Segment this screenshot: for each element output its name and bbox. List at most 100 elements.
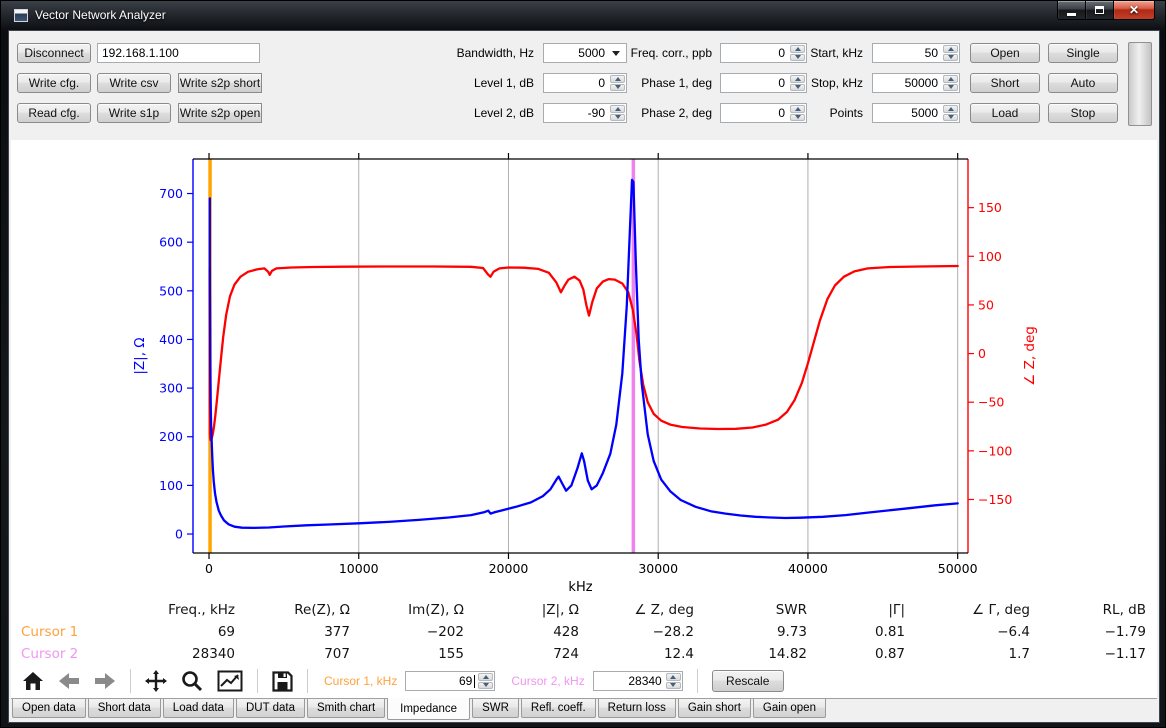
- col-header: RL, dB: [1030, 602, 1146, 618]
- y-tick-label-right: 100: [978, 249, 1002, 264]
- cursor-table: Freq., kHz Re(Z), Ω Im(Z), Ω |Z|, Ω ∠ Z,…: [11, 598, 1157, 664]
- tab-swr[interactable]: SWR: [472, 699, 519, 718]
- cursor1-spinbox[interactable]: 69: [405, 671, 495, 691]
- tab-load-data[interactable]: Load data: [163, 699, 234, 718]
- y-tick-label-right: 150: [978, 200, 1002, 215]
- load-cal-button[interactable]: Load: [970, 103, 1040, 123]
- cell: 428: [464, 624, 579, 640]
- col-header: Freq., kHz: [111, 602, 235, 618]
- close-button[interactable]: ✕: [1114, 1, 1155, 20]
- bandwidth-label: Bandwidth, Hz: [424, 46, 534, 61]
- stop-button[interactable]: Stop: [1048, 103, 1118, 123]
- client-area: Disconnect 192.168.1.100 Write cfg. Writ…: [9, 31, 1159, 722]
- y-tick-label-left: 100: [159, 478, 183, 493]
- tab-refl-coeff[interactable]: Refl. coeff.: [521, 699, 596, 718]
- auto-button[interactable]: Auto: [1048, 73, 1118, 93]
- sweep-progressbar: [1128, 42, 1152, 126]
- points-spinbox[interactable]: 5000: [872, 103, 960, 123]
- cursor2-field-label: Cursor 2, kHz: [511, 674, 584, 688]
- y-tick-label-right: −50: [978, 395, 1004, 410]
- rescale-button[interactable]: Rescale: [712, 670, 784, 692]
- col-header: |Γ|: [807, 602, 905, 618]
- col-header: Re(Z), Ω: [235, 602, 350, 618]
- y-tick-label-left: 400: [159, 332, 183, 347]
- tab-open-data[interactable]: Open data: [12, 699, 86, 718]
- y-tick-label-left: 200: [159, 429, 183, 444]
- impedance-phase-chart[interactable]: 01000020000300004000050000kHz01002003004…: [11, 140, 1157, 598]
- start-label: Start, kHz: [769, 46, 863, 61]
- single-button[interactable]: Single: [1048, 43, 1118, 63]
- y-tick-label-left: 600: [159, 235, 183, 250]
- table-corner: [15, 602, 111, 618]
- toolbar-separator: [130, 669, 131, 693]
- maximize-button[interactable]: [1086, 1, 1114, 20]
- save-icon[interactable]: [272, 671, 293, 692]
- x-axis-title: kHz: [568, 580, 592, 595]
- table-row: Cursor 1 69 377 −202 428 −28.2 9.73 0.81…: [15, 624, 1146, 640]
- tab-gain-short[interactable]: Gain short: [678, 699, 751, 718]
- table-row: Cursor 2 28340 707 155 724 12.4 14.82 0.…: [15, 646, 1146, 662]
- write-csv-button[interactable]: Write csv: [97, 73, 171, 93]
- impedance-magnitude-curve: [210, 180, 958, 528]
- write-s2p-open-button[interactable]: Write s2p open: [178, 103, 262, 123]
- ip-address-input[interactable]: 192.168.1.100: [97, 43, 260, 63]
- cell: −202: [350, 624, 464, 640]
- cell: 12.4: [579, 646, 694, 662]
- cell: 14.82: [694, 646, 807, 662]
- minimize-button[interactable]: [1057, 1, 1086, 20]
- y-tick-label-left: 500: [159, 283, 183, 298]
- spin-buttons[interactable]: [943, 75, 958, 91]
- stop-khz-spinbox[interactable]: 50000: [872, 73, 960, 93]
- app-icon: [14, 9, 28, 22]
- tab-return-loss[interactable]: Return loss: [598, 699, 676, 718]
- tab-gain-open[interactable]: Gain open: [753, 699, 826, 718]
- start-spinbox[interactable]: 50: [872, 43, 960, 63]
- titlebar[interactable]: Vector Network Analyzer ✕: [1, 1, 1165, 31]
- write-cfg-button[interactable]: Write cfg.: [17, 73, 91, 93]
- cell: 69: [111, 624, 235, 640]
- back-icon[interactable]: [58, 672, 80, 690]
- cell: 1.7: [905, 646, 1030, 662]
- spin-buttons[interactable]: [943, 45, 958, 61]
- level2-label: Level 2, dB: [424, 106, 534, 121]
- x-tick-label: 50000: [938, 561, 978, 576]
- cursor1-row-label: Cursor 1: [15, 624, 111, 640]
- write-s1p-button[interactable]: Write s1p: [97, 103, 171, 123]
- open-cal-button[interactable]: Open: [970, 43, 1040, 63]
- minimize-icon: [1067, 13, 1076, 16]
- tab-smith-chart[interactable]: Smith chart: [307, 699, 385, 718]
- cursor1-field-label: Cursor 1, kHz: [324, 674, 397, 688]
- col-header: |Z|, Ω: [464, 602, 579, 618]
- short-cal-button[interactable]: Short: [970, 73, 1040, 93]
- forward-icon[interactable]: [94, 672, 116, 690]
- pan-icon[interactable]: [145, 670, 167, 692]
- spin-buttons[interactable]: [666, 673, 681, 689]
- cell: −1.79: [1030, 624, 1146, 640]
- disconnect-button[interactable]: Disconnect: [17, 43, 91, 63]
- figure-canvas[interactable]: 01000020000300004000050000kHz01002003004…: [11, 140, 1157, 598]
- spin-buttons[interactable]: [478, 673, 493, 689]
- stop-khz-label: Stop, kHz: [769, 76, 863, 91]
- cell: 9.73: [694, 624, 807, 640]
- write-s2p-short-button[interactable]: Write s2p short: [178, 73, 262, 93]
- y-tick-label-right: −100: [978, 443, 1012, 458]
- window-title: Vector Network Analyzer: [35, 8, 166, 22]
- left-axis-title: |Z|, Ω: [132, 337, 148, 374]
- y-tick-label-right: 0: [978, 346, 986, 361]
- home-icon[interactable]: [22, 671, 44, 691]
- tab-dut-data[interactable]: DUT data: [236, 699, 305, 718]
- col-header: ∠ Z, deg: [579, 602, 694, 618]
- cell: 377: [235, 624, 350, 640]
- cursor2-spinbox[interactable]: 28340: [593, 671, 683, 691]
- spin-buttons[interactable]: [943, 105, 958, 121]
- right-axis-title: ∠ Z, deg: [1022, 326, 1038, 386]
- tab-short-data[interactable]: Short data: [88, 699, 161, 718]
- plot-nav-toolbar: Cursor 1, kHz 69 Cursor 2, kHz 28340 Res…: [11, 664, 1157, 698]
- y-tick-label-left: 700: [159, 186, 183, 201]
- tab-impedance[interactable]: Impedance: [387, 698, 470, 720]
- plot-options-icon[interactable]: [217, 670, 243, 692]
- read-cfg-button[interactable]: Read cfg.: [17, 103, 91, 123]
- view-tabbar: Open data Short data Load data DUT data …: [11, 698, 1157, 722]
- zoom-icon[interactable]: [181, 670, 203, 692]
- toolbar-separator: [697, 669, 698, 693]
